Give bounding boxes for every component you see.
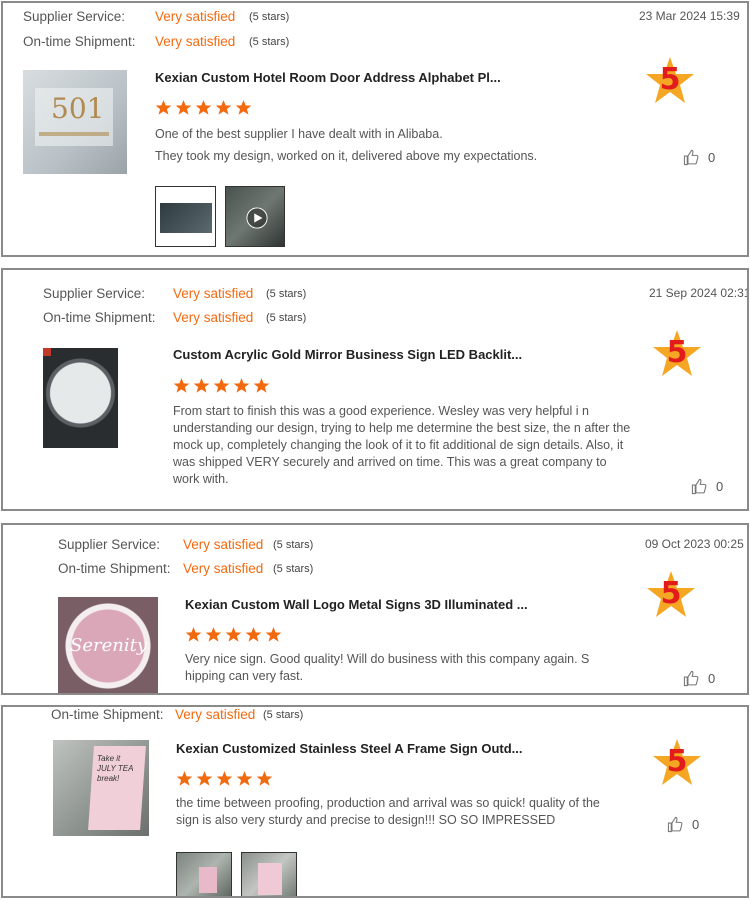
product-title[interactable]: Custom Acrylic Gold Mirror Business Sign…	[173, 347, 522, 362]
supplier-service-value: Very satisfied	[155, 9, 236, 24]
rating-badge-number: 5	[659, 62, 681, 97]
review-card: Supplier Service: Very satisfied (5 star…	[1, 268, 749, 511]
like-button[interactable]: 0	[667, 815, 699, 833]
product-title[interactable]: Kexian Customized Stainless Steel A Fram…	[176, 741, 523, 756]
product-thumbnail[interactable]: Serenity	[58, 597, 158, 693]
like-count: 0	[716, 478, 724, 494]
supplier-service-label: Supplier Service:	[43, 286, 146, 301]
star-icon	[236, 771, 253, 786]
rating-badge-number: 5	[666, 335, 688, 370]
review-text-line-2: They took my design, worked on it, deliv…	[155, 149, 538, 163]
review-card: Supplier Service: Very satisfied (5 star…	[1, 1, 749, 257]
shipment-value: Very satisfied	[173, 310, 254, 325]
review-card: Supplier Service: Very satisfied (5 star…	[1, 523, 749, 695]
star-icon	[196, 771, 213, 786]
star-icon	[245, 627, 262, 642]
shipment-label: On-time Shipment:	[58, 561, 171, 576]
thumbnail-text: Serenity	[70, 635, 147, 656]
product-title[interactable]: Kexian Custom Hotel Room Door Address Al…	[155, 70, 501, 85]
shipment-stars: (5 stars)	[266, 312, 307, 324]
review-date: 09 Oct 2023 00:25	[645, 537, 744, 551]
star-icon	[176, 771, 193, 786]
supplier-service-stars: (5 stars)	[273, 539, 314, 551]
star-icon	[155, 100, 172, 115]
star-icon	[213, 378, 230, 393]
star-icon	[233, 378, 250, 393]
star-icon	[193, 378, 210, 393]
product-thumbnail[interactable]: 501	[23, 70, 127, 174]
star-icon	[195, 100, 212, 115]
supplier-service-stars: (5 stars)	[249, 11, 290, 23]
review-photo[interactable]	[241, 852, 297, 896]
rating-stars	[173, 377, 270, 395]
thumbs-up-icon	[667, 816, 683, 832]
product-thumbnail[interactable]: Take it JULY TEA break!	[53, 740, 149, 836]
review-card: On-time Shipment: Very satisfied (5 star…	[1, 705, 749, 898]
supplier-service-value: Very satisfied	[173, 286, 254, 301]
thumbnail-text: Take it JULY TEA break!	[97, 754, 134, 783]
shipment-label: On-time Shipment:	[51, 707, 164, 722]
like-count: 0	[692, 816, 700, 832]
review-photo[interactable]	[155, 186, 216, 247]
shipment-value: Very satisfied	[155, 34, 236, 49]
shipment-stars: (5 stars)	[249, 36, 290, 48]
star-icon	[185, 627, 202, 642]
review-text: Very nice sign. Good quality! Will do bu…	[185, 652, 590, 683]
star-icon	[225, 627, 242, 642]
supplier-service-value: Very satisfied	[183, 537, 264, 552]
review-photo[interactable]	[176, 852, 232, 896]
like-button[interactable]: 0	[691, 477, 723, 495]
product-thumbnail[interactable]	[43, 348, 118, 448]
shipment-value: Very satisfied	[183, 561, 264, 576]
review-text: From start to finish this was a good exp…	[173, 404, 631, 486]
star-icon	[216, 771, 233, 786]
shipment-value: Very satisfied	[175, 707, 256, 722]
star-icon	[235, 100, 252, 115]
play-icon	[246, 207, 268, 229]
star-icon	[173, 378, 190, 393]
like-count: 0	[708, 670, 716, 686]
shipment-stars: (5 stars)	[263, 709, 304, 721]
rating-stars	[176, 770, 273, 788]
like-button[interactable]: 0	[683, 148, 715, 166]
rating-badge-number: 5	[666, 744, 688, 779]
rating-badge: 5	[645, 569, 697, 621]
review-date: 21 Sep 2024 02:31	[649, 286, 749, 300]
thumbs-up-icon	[683, 670, 699, 686]
product-title[interactable]: Kexian Custom Wall Logo Metal Signs 3D I…	[185, 597, 528, 612]
rating-stars	[185, 626, 282, 644]
supplier-service-label: Supplier Service:	[23, 9, 126, 24]
rating-badge: 5	[651, 328, 703, 380]
star-icon	[265, 627, 282, 642]
rating-badge-number: 5	[660, 576, 682, 611]
star-icon	[253, 378, 270, 393]
like-button[interactable]: 0	[683, 669, 715, 687]
star-icon	[175, 100, 192, 115]
supplier-service-label: Supplier Service:	[58, 537, 161, 552]
like-count: 0	[708, 149, 716, 165]
shipment-stars: (5 stars)	[273, 563, 314, 575]
star-icon	[205, 627, 222, 642]
thumbs-up-icon	[691, 478, 707, 494]
rating-badge: 5	[644, 55, 696, 107]
rating-badge: 5	[651, 737, 703, 789]
shipment-label: On-time Shipment:	[23, 34, 136, 49]
review-date: 23 Mar 2024 15:39	[639, 9, 740, 23]
shipment-label: On-time Shipment:	[43, 310, 156, 325]
review-video[interactable]	[225, 186, 285, 247]
rating-stars	[155, 99, 252, 117]
review-text: the time between proofing, production an…	[176, 796, 600, 827]
star-icon	[215, 100, 232, 115]
supplier-service-stars: (5 stars)	[266, 288, 307, 300]
thumbs-up-icon	[683, 149, 699, 165]
thumbnail-text: 501	[51, 92, 105, 125]
star-icon	[256, 771, 273, 786]
review-text-line-1: One of the best supplier I have dealt wi…	[155, 127, 443, 141]
